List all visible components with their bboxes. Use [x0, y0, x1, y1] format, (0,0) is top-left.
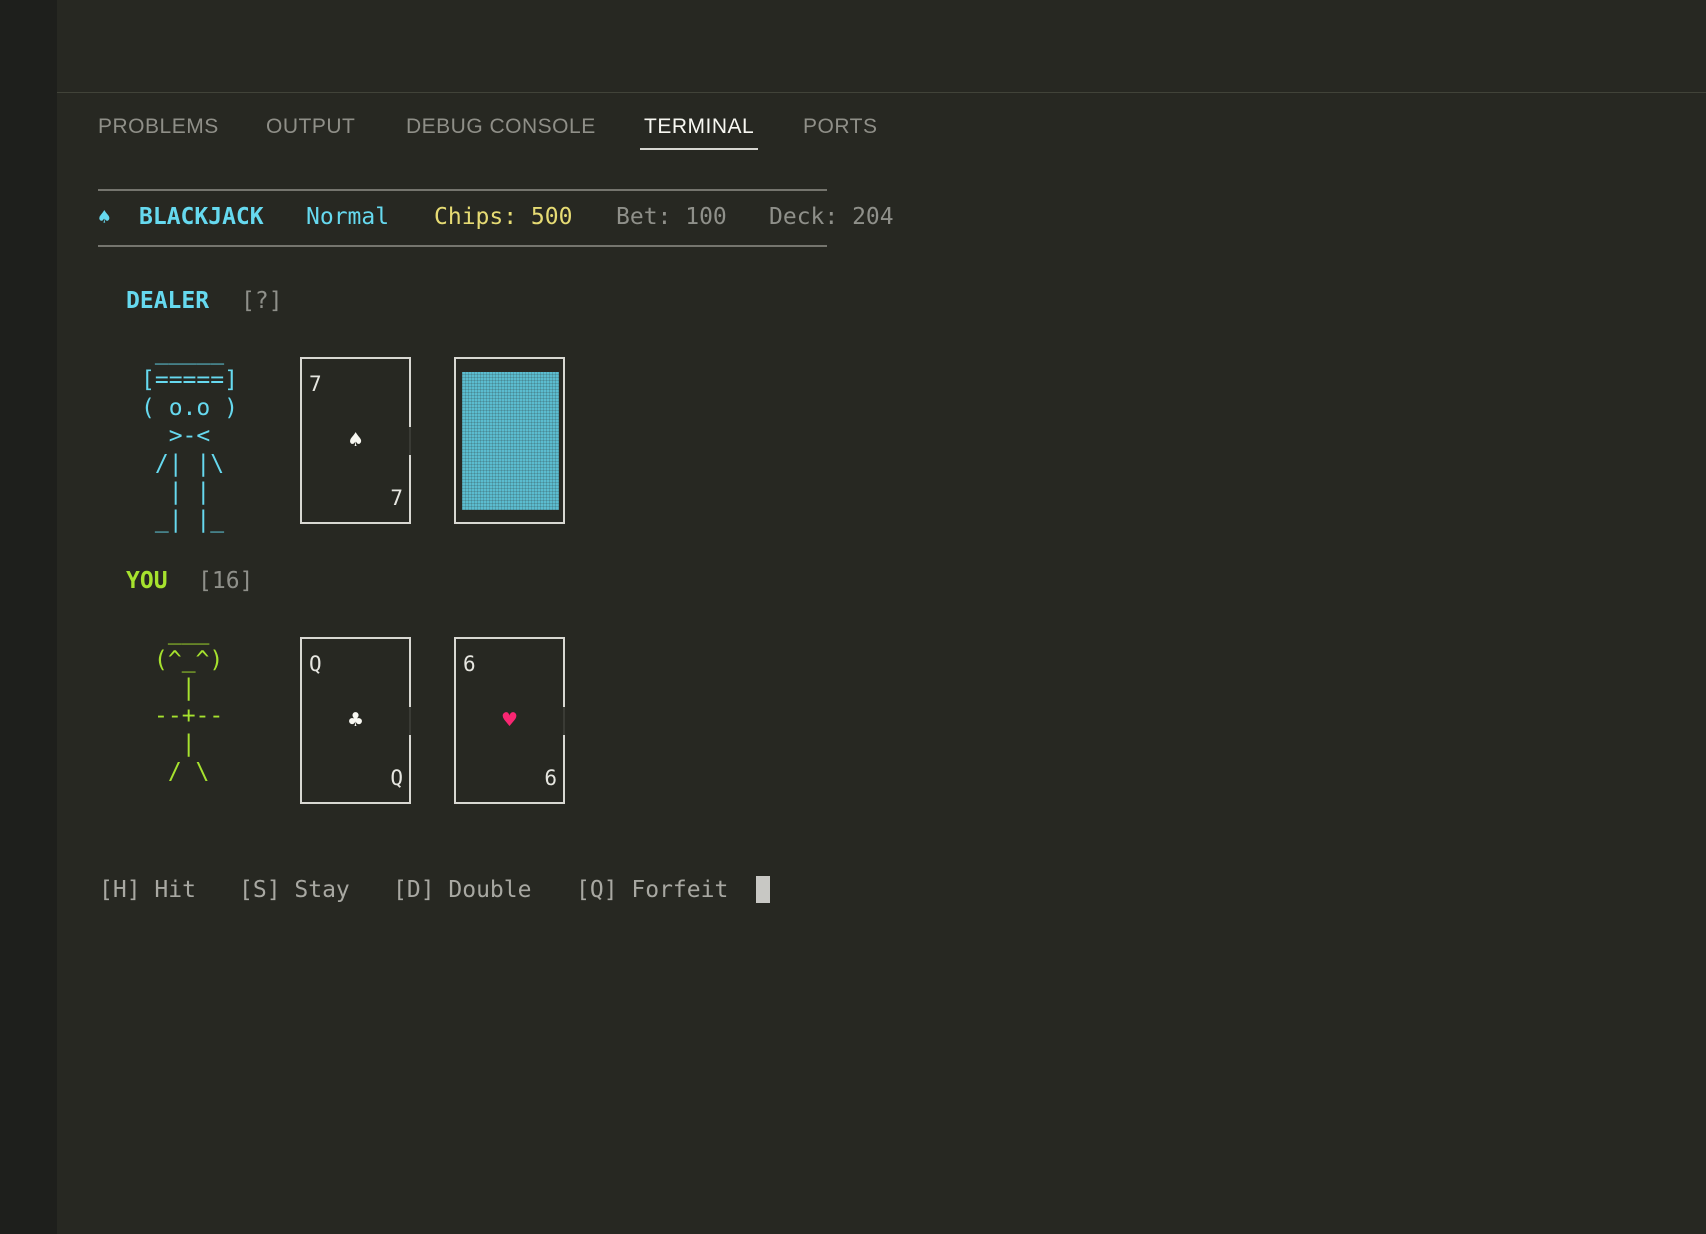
dealer-card-2-face-down — [454, 357, 565, 524]
heart-icon: ♥ — [500, 709, 519, 731]
double-control[interactable]: [D] Double — [393, 876, 531, 904]
tab-problems[interactable]: PROBLEMS — [98, 115, 219, 139]
card-edge — [409, 427, 411, 455]
dealer-card-1: 7 ♠ 7 — [300, 357, 411, 524]
player-score: [16] — [198, 568, 254, 594]
card-edge — [563, 707, 565, 735]
terminal-cursor — [756, 876, 770, 903]
chips-count: Chips: 500 — [434, 204, 573, 230]
active-tab-indicator — [640, 148, 759, 150]
player-ascii-avatar: ___ (^_^) | --+-- | / \ — [154, 619, 224, 785]
editor-area — [57, 0, 1706, 93]
bottom-panel: PROBLEMS OUTPUT DEBUG CONSOLE TERMINAL P… — [57, 93, 1706, 1234]
card-edge — [409, 707, 411, 735]
player-card-1: Q ♣ Q — [300, 637, 411, 804]
panel-tab-bar: PROBLEMS OUTPUT DEBUG CONSOLE TERMINAL P… — [57, 93, 1706, 153]
player-card-2: 6 ♥ 6 — [454, 637, 565, 804]
forfeit-control[interactable]: [Q] Forfeit — [576, 876, 728, 904]
deck-count: Deck: 204 — [769, 204, 894, 230]
player-label: YOU — [126, 568, 168, 594]
activity-bar-strip — [0, 0, 57, 1234]
bet-amount: Bet: 100 — [616, 204, 727, 230]
tab-terminal-label: TERMINAL — [644, 115, 755, 138]
stay-control[interactable]: [S] Stay — [239, 876, 350, 904]
card-rank-bottom: Q — [390, 766, 403, 790]
tab-debug-console[interactable]: DEBUG CONSOLE — [406, 115, 596, 139]
card-rank-top: 7 — [309, 372, 322, 396]
card-back-pattern — [462, 372, 559, 510]
dealer-ascii-avatar: _____ [=====] ( o.o ) >-< /| |\ | | _| |… — [141, 339, 238, 533]
dealer-score: [?] — [241, 288, 283, 314]
spade-icon: ♠ — [98, 205, 111, 229]
dealer-label: DEALER — [126, 288, 210, 314]
card-rank-bottom: 7 — [390, 486, 403, 510]
game-mode: Normal — [306, 204, 390, 230]
status-top-rule — [98, 189, 827, 191]
card-rank-bottom: 6 — [544, 766, 557, 790]
hit-control[interactable]: [H] Hit — [99, 876, 196, 904]
status-bottom-rule — [98, 245, 827, 247]
card-rank-top: 6 — [463, 652, 476, 676]
club-icon: ♣ — [346, 709, 365, 731]
game-title: BLACKJACK — [139, 204, 264, 230]
tab-ports[interactable]: PORTS — [803, 115, 877, 139]
tab-output[interactable]: OUTPUT — [266, 115, 355, 139]
card-rank-top: Q — [309, 652, 322, 676]
spade-icon: ♠ — [346, 429, 365, 451]
tab-terminal[interactable]: TERMINAL — [640, 115, 759, 150]
